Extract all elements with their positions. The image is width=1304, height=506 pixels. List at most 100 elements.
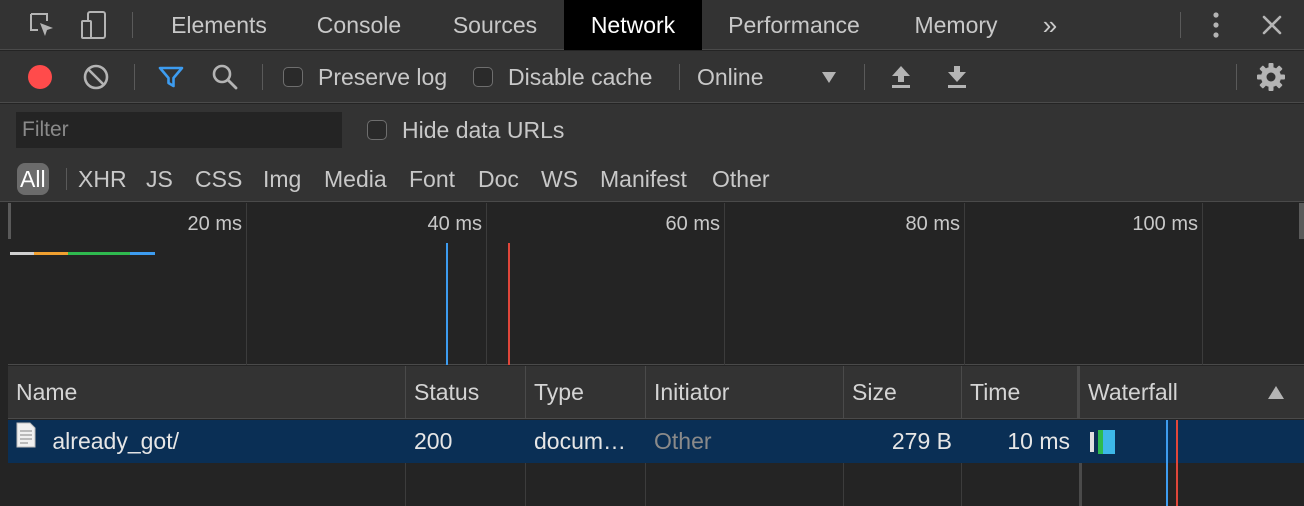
overview-request-bar-download <box>130 252 155 255</box>
request-waterfall-cell <box>1080 420 1304 463</box>
column-divider <box>525 463 526 506</box>
column-divider <box>645 463 646 506</box>
tab-network[interactable]: Network <box>564 0 702 50</box>
overview-tick-label: 60 ms <box>665 213 720 235</box>
toolbar-divider <box>1236 64 1237 90</box>
type-filter-font[interactable]: Font <box>409 163 455 195</box>
type-filter-doc[interactable]: Doc <box>478 163 519 195</box>
overview-tick-label: 20 ms <box>187 213 242 235</box>
overview-gridline <box>246 203 247 365</box>
overview-tick-label: 40 ms <box>427 213 482 235</box>
preserve-log-label: Preserve log <box>318 64 448 90</box>
type-filter-css[interactable]: CSS <box>195 163 242 195</box>
toolbar-divider <box>1180 12 1181 38</box>
close-icon[interactable] <box>1252 0 1292 50</box>
overview-request-bar-queue <box>10 252 34 255</box>
waterfall-bar-download <box>1103 430 1115 454</box>
requests-table: Name Status Type Initiator Size Time Wat… <box>8 366 1304 506</box>
network-overview[interactable]: 20 ms 40 ms 60 ms 80 ms 100 ms <box>8 203 1304 365</box>
toolbar-divider <box>66 168 67 190</box>
overview-gridline <box>486 203 487 365</box>
disable-cache-checkbox[interactable] <box>473 67 493 87</box>
waterfall-load-line <box>1176 420 1178 506</box>
request-name-cell[interactable]: already_got/ <box>8 420 406 463</box>
overview-right-handle[interactable] <box>1299 203 1304 239</box>
request-type-cell: docum… <box>534 428 627 454</box>
type-filter-manifest[interactable]: Manifest <box>600 163 687 195</box>
devtools-tab-bar: Elements Console Sources Network Perform… <box>0 0 1304 50</box>
request-time-cell: 10 ms <box>1007 428 1070 454</box>
overview-tick-label: 80 ms <box>905 213 960 235</box>
overview-gridline <box>724 203 725 365</box>
device-toolbar-icon[interactable] <box>74 0 114 50</box>
column-divider <box>405 463 406 506</box>
waterfall-domcontentloaded-line <box>1166 420 1168 506</box>
toolbar-divider <box>864 64 865 90</box>
preserve-log-checkbox[interactable] <box>283 67 303 87</box>
network-toolbar: Preserve log Disable cache Online <box>0 51 1304 103</box>
overview-request-bar-connect <box>34 252 68 255</box>
column-divider <box>961 463 962 506</box>
overview-tick-label: 100 ms <box>1132 213 1198 235</box>
type-filter-js[interactable]: JS <box>146 163 173 195</box>
column-header-size[interactable]: Size <box>844 366 962 419</box>
clear-icon[interactable] <box>80 51 112 103</box>
hide-data-urls-checkbox[interactable] <box>367 120 387 140</box>
resource-type-filter: All XHR JS CSS Img Media Font Doc WS Man… <box>0 156 1304 202</box>
toolbar-divider <box>262 64 263 90</box>
type-filter-other[interactable]: Other <box>712 163 770 195</box>
hide-data-urls-label: Hide data URLs <box>402 117 565 143</box>
tab-memory[interactable]: Memory <box>896 0 1016 50</box>
table-row[interactable]: already_got/ 200 docum… Other 279 B 10 m… <box>8 420 1304 463</box>
type-filter-all[interactable]: All <box>17 163 49 195</box>
filter-icon[interactable] <box>154 51 188 103</box>
column-header-type[interactable]: Type <box>526 366 646 419</box>
load-event-line <box>508 243 510 365</box>
type-filter-img[interactable]: Img <box>263 163 301 195</box>
throttling-value: Online <box>697 64 764 90</box>
request-size-cell: 279 B <box>891 428 952 454</box>
waterfall-bar-queue <box>1090 432 1094 452</box>
column-header-waterfall-label: Waterfall <box>1088 379 1178 405</box>
column-header-name[interactable]: Name <box>8 366 406 419</box>
overview-gridline <box>1202 203 1203 365</box>
toolbar-divider <box>132 12 133 38</box>
export-har-icon[interactable] <box>942 51 972 103</box>
search-icon[interactable] <box>208 51 242 103</box>
kebab-menu-icon[interactable] <box>1196 0 1236 50</box>
more-tabs-button[interactable]: » <box>1030 0 1070 50</box>
tab-performance[interactable]: Performance <box>710 0 878 50</box>
tab-elements[interactable]: Elements <box>152 0 286 50</box>
type-filter-xhr[interactable]: XHR <box>78 163 127 195</box>
throttling-select[interactable]: Online <box>690 51 850 103</box>
disable-cache-label: Disable cache <box>508 64 653 90</box>
column-divider <box>843 463 844 506</box>
inspect-element-icon[interactable] <box>22 0 62 50</box>
document-icon <box>16 420 36 462</box>
domcontentloaded-line <box>446 243 448 365</box>
overview-request-bar-waiting <box>68 252 130 255</box>
column-header-waterfall[interactable]: Waterfall <box>1080 366 1304 419</box>
sort-ascending-icon <box>1268 366 1284 419</box>
type-filter-media[interactable]: Media <box>324 163 387 195</box>
tab-console[interactable]: Console <box>296 0 422 50</box>
import-har-icon[interactable] <box>886 51 916 103</box>
filter-bar: Hide data URLs <box>0 104 1304 156</box>
overview-left-handle[interactable] <box>8 203 11 239</box>
record-icon[interactable] <box>24 51 56 103</box>
column-header-initiator[interactable]: Initiator <box>646 366 844 419</box>
requests-table-header: Name Status Type Initiator Size Time Wat… <box>8 366 1304 419</box>
toolbar-divider <box>134 64 135 90</box>
request-name: already_got/ <box>52 428 179 454</box>
dropdown-arrow-icon <box>822 71 836 89</box>
tab-sources[interactable]: Sources <box>432 0 558 50</box>
column-header-status[interactable]: Status <box>406 366 526 419</box>
overview-gridline <box>964 203 965 365</box>
gear-icon[interactable] <box>1254 51 1288 103</box>
column-header-time[interactable]: Time <box>962 366 1080 419</box>
request-status-cell: 200 <box>414 428 453 454</box>
column-divider <box>1079 463 1082 506</box>
type-filter-ws[interactable]: WS <box>541 163 578 195</box>
filter-input[interactable] <box>16 112 342 148</box>
toolbar-divider <box>679 64 680 90</box>
